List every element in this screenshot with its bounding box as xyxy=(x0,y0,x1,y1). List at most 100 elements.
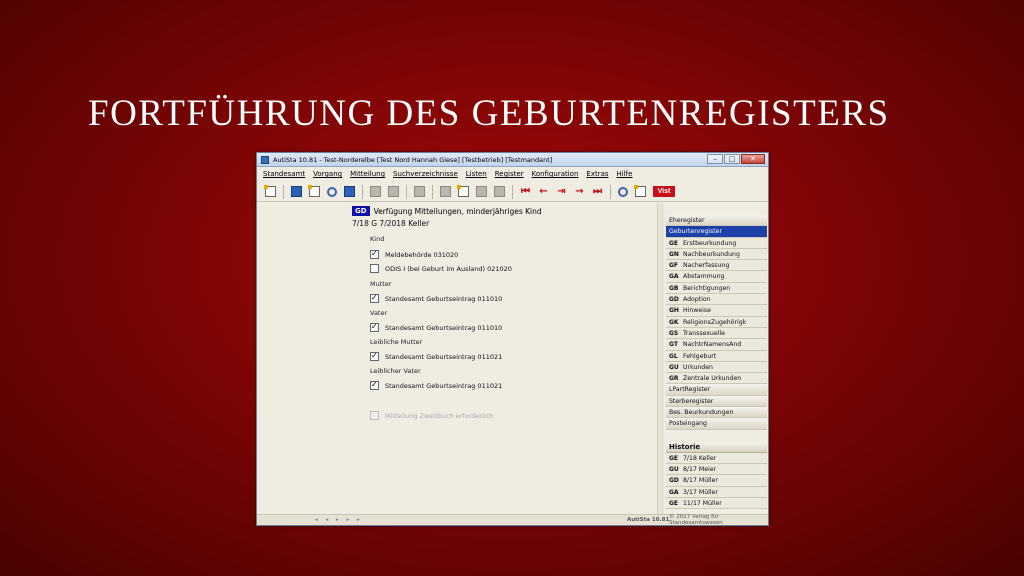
history-code: GA xyxy=(669,488,679,496)
checkbox[interactable] xyxy=(370,264,379,273)
nav-item-hinweise[interactable]: GH Hinweise xyxy=(666,305,767,317)
status-version: AutiSta 10.81 xyxy=(627,517,670,523)
copy-record-icon[interactable] xyxy=(308,185,320,197)
maximize-button[interactable]: □ xyxy=(724,154,740,164)
checkbox[interactable] xyxy=(370,293,379,303)
nav-code: GA xyxy=(669,273,679,281)
menu-hilfe[interactable]: Hilfe xyxy=(617,170,633,178)
checkbox[interactable] xyxy=(370,249,379,259)
window-titlebar[interactable]: AutiSta 10.81 - Test-Norderelbe [Test No… xyxy=(257,153,768,167)
print-list-icon[interactable] xyxy=(476,186,487,197)
zoom-icon[interactable] xyxy=(618,186,628,197)
toolbar-separator xyxy=(283,184,284,199)
paste-icon[interactable] xyxy=(388,186,399,197)
open-record-icon[interactable] xyxy=(291,186,302,197)
slide-title: Fortführung des Geburtenregisters xyxy=(88,93,890,134)
menu-listen[interactable]: Listen xyxy=(466,170,487,178)
nav-item-urkunden[interactable]: GU Urkunden xyxy=(666,361,767,374)
checkbox-label: ODIS I (bei Geburt im Ausland) 021020 xyxy=(385,264,512,273)
check-leiblicher-vater-standesamt[interactable]: Standesamt Geburtseintrag 011021 xyxy=(370,380,502,390)
menu-vorgang[interactable]: Vorgang xyxy=(313,170,342,178)
menu-suchverzeichnisse[interactable]: Suchverzeichnisse xyxy=(393,170,458,178)
previous-record-icon[interactable]: ← xyxy=(538,186,549,197)
checkbox[interactable] xyxy=(370,322,379,332)
history-item[interactable]: GU 8/17 Meier xyxy=(666,463,767,476)
check-vater-standesamt[interactable]: Standesamt Geburtseintrag 011010 xyxy=(370,322,502,332)
book-icon[interactable] xyxy=(344,186,355,197)
nav-item-fehlgeburt[interactable]: GL Fehlgeburt xyxy=(666,350,767,362)
status-nav-icons[interactable]: ◂ ◂ ▸ ▸ ▸ xyxy=(315,517,363,523)
search-icon[interactable] xyxy=(327,186,337,197)
history-code: GD xyxy=(669,477,679,485)
nav-code: GH xyxy=(669,307,679,315)
section-vater: Vater xyxy=(370,309,388,317)
checkbox[interactable] xyxy=(370,351,379,361)
last-record-icon[interactable]: ⏭ xyxy=(592,186,603,197)
nav-item-abstammung[interactable]: GA Abstammung xyxy=(666,271,767,283)
forward-icon[interactable] xyxy=(414,186,425,197)
goto-record-icon[interactable]: ⇥ xyxy=(556,186,567,197)
nav-label: Nacherfassung xyxy=(683,262,730,270)
first-record-icon[interactable]: ⏮ xyxy=(520,186,531,197)
archive-icon[interactable] xyxy=(494,186,505,197)
minimize-button[interactable]: – xyxy=(707,154,723,164)
nav-code: GN xyxy=(669,250,679,258)
vist-button[interactable]: Vist xyxy=(653,186,675,197)
cut-icon[interactable] xyxy=(370,186,381,197)
history-code: GE xyxy=(669,454,679,462)
print-preview-icon[interactable] xyxy=(457,185,469,197)
menu-extras[interactable]: Extras xyxy=(586,170,608,178)
nav-posteingang[interactable]: Posteingang xyxy=(666,418,767,430)
menu-konfiguration[interactable]: Konfiguration xyxy=(532,170,579,178)
history-code: GU xyxy=(669,465,679,473)
checkbox[interactable] xyxy=(370,380,379,390)
print-icon[interactable] xyxy=(440,186,451,197)
nav-eheregister[interactable]: Eheregister xyxy=(666,215,767,227)
nav-geburtenregister[interactable]: Geburtenregister xyxy=(666,226,767,238)
close-button[interactable]: ✕ xyxy=(741,154,765,164)
navigation-panel: Eheregister Geburtenregister GE Erstbeurk… xyxy=(666,215,767,510)
check-leibliche-mutter-standesamt[interactable]: Standesamt Geburtseintrag 011021 xyxy=(370,351,502,361)
nav-code: GS xyxy=(669,329,679,337)
check-meldebehoerde[interactable]: Meldebehörde 031020 xyxy=(370,249,458,259)
vertical-scrollbar[interactable] xyxy=(657,203,664,515)
nav-lpartregister[interactable]: LPartRegister xyxy=(666,384,767,396)
nav-item-nachtrnamensand[interactable]: GT NachtrNamensAnd xyxy=(666,339,767,351)
nav-code: GF xyxy=(669,262,679,270)
nav-sterberegister[interactable]: Sterberegister xyxy=(666,395,767,408)
nav-label: Erstbeurkundung xyxy=(683,239,737,247)
nav-item-nacherfassung[interactable]: GF Nacherfassung xyxy=(666,260,767,272)
nav-item-erstbeurkundung[interactable]: GE Erstbeurkundung xyxy=(666,237,767,249)
toolbar-separator xyxy=(406,184,407,199)
toolbar-separator xyxy=(432,184,433,199)
history-label: 7/18 Keller xyxy=(683,454,717,462)
history-item[interactable]: GA 3/17 Müller xyxy=(666,486,767,498)
check-mutter-standesamt[interactable]: Standesamt Geburtseintrag 011010 xyxy=(370,293,502,303)
nav-item-zentrale-urkunden[interactable]: GR Zentrale Urkunden xyxy=(666,373,767,385)
nav-label: Adoption xyxy=(683,296,711,304)
check-zweitbuch: Mitteilung Zweitbuch erforderlich xyxy=(370,411,493,420)
new-document-icon[interactable] xyxy=(264,185,276,197)
menu-standesamt[interactable]: Standesamt xyxy=(263,170,305,178)
nav-item-adoption[interactable]: GD Adoption xyxy=(666,294,767,306)
window-controls: – □ ✕ xyxy=(707,154,765,164)
history-item[interactable]: GD 8/17 Müller xyxy=(666,475,767,487)
section-kind: Kind xyxy=(370,235,385,243)
next-record-icon[interactable]: → xyxy=(574,186,585,197)
check-odis[interactable]: ODIS I (bei Geburt im Ausland) 021020 xyxy=(370,264,512,273)
nav-item-transsexuelle[interactable]: GS Transsexuelle xyxy=(666,327,767,340)
checkbox xyxy=(370,411,379,420)
nav-item-nachbeurkundung[interactable]: GN Nachbeurkundung xyxy=(666,248,767,261)
menu-mitteilung[interactable]: Mitteilung xyxy=(350,170,385,178)
history-item[interactable]: GE 7/18 Keller xyxy=(666,452,767,464)
mail-icon[interactable] xyxy=(634,185,646,197)
nav-item-berichtigungen[interactable]: GB Berichtigungen xyxy=(666,282,767,295)
menu-register[interactable]: Register xyxy=(495,170,524,178)
status-copyright: © 2017 Verlag für Standesamtswesen xyxy=(669,514,723,526)
history-item[interactable]: GE 11/17 Müller xyxy=(666,497,767,510)
menu-bar: Standesamt Vorgang Mitteilung Suchverzei… xyxy=(257,168,768,180)
nav-item-religionszugehoerigkeit[interactable]: GK ReligionsZugehörigk xyxy=(666,316,767,328)
nav-bes-beurkundungen[interactable]: Bes. Beurkundungen xyxy=(666,407,767,419)
app-icon xyxy=(261,155,269,164)
toolbar-separator xyxy=(610,184,611,199)
